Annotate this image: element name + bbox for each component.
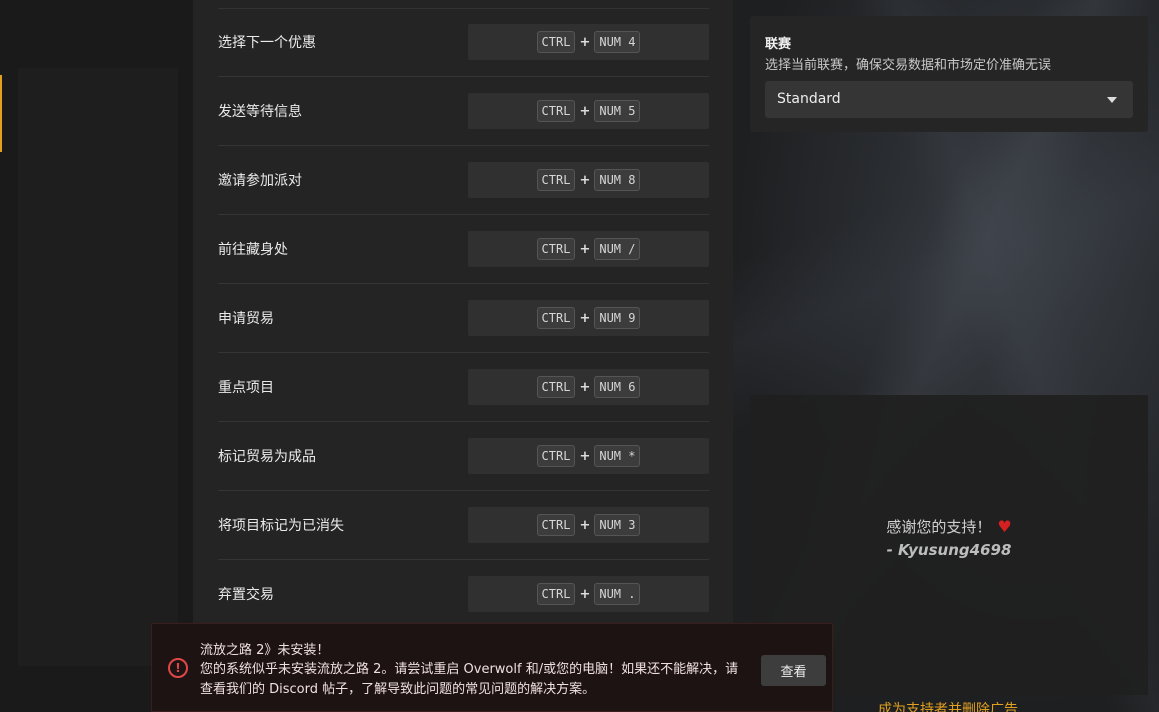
key-main: NUM 8 <box>594 169 641 191</box>
league-select[interactable]: Standard <box>765 81 1133 118</box>
key-modifier: CTRL <box>536 583 576 605</box>
plus-sign: + <box>579 310 591 326</box>
key-main: NUM 6 <box>594 376 641 398</box>
left-panel <box>18 68 178 666</box>
hotkey-label: 申请贸易 <box>218 311 274 327</box>
hotkey-row: 选择下一个优惠 CTRL + NUM 4 <box>218 8 709 77</box>
hotkey-label: 邀请参加派对 <box>218 173 302 189</box>
error-toast: ! 流放之路 2》未安装！ 您的系统似乎未安装流放之路 2。请尝试重启 Over… <box>151 623 833 712</box>
key-modifier: CTRL <box>536 307 576 329</box>
hotkey-row: 弃置交易 CTRL + NUM . <box>218 560 709 629</box>
hotkey-label: 选择下一个优惠 <box>218 35 316 51</box>
toast-message: 您的系统似乎未安装流放之路 2。请尝试重启 Overwolf 和/或您的电脑！如… <box>200 662 739 697</box>
left-sidebar <box>0 0 193 712</box>
hotkey-label: 前往藏身处 <box>218 242 288 258</box>
hotkey-input[interactable]: CTRL + NUM 6 <box>468 369 709 405</box>
hotkey-label: 重点项目 <box>218 380 274 396</box>
heart-icon: ♥ <box>997 517 1012 536</box>
key-main: NUM 9 <box>594 307 641 329</box>
league-select-value: Standard <box>777 91 841 107</box>
hotkey-input[interactable]: CTRL + NUM 3 <box>468 507 709 543</box>
chevron-down-icon <box>1107 97 1117 103</box>
hotkey-row: 将项目标记为已消失 CTRL + NUM 3 <box>218 491 709 560</box>
plus-sign: + <box>579 517 591 533</box>
hotkey-input[interactable]: CTRL + NUM / <box>468 231 709 267</box>
support-thanks: 感谢您的支持！ <box>886 518 992 536</box>
league-title: 联赛 <box>765 37 792 52</box>
league-card: 联赛 选择当前联赛，确保交易数据和市场定价准确无误 Standard <box>750 16 1148 132</box>
hotkey-row: 申请贸易 CTRL + NUM 9 <box>218 284 709 353</box>
hotkey-row: 前往藏身处 CTRL + NUM / <box>218 215 709 284</box>
hotkey-label: 标记贸易为成品 <box>218 449 316 465</box>
plus-sign: + <box>579 103 591 119</box>
key-main: NUM 3 <box>594 514 641 536</box>
view-button[interactable]: 查看 <box>761 655 826 686</box>
hotkey-input[interactable]: CTRL + NUM 4 <box>468 24 709 60</box>
hotkey-input[interactable]: CTRL + NUM 5 <box>468 93 709 129</box>
remove-ads-link[interactable]: 成为支持者并删除广告 <box>878 699 1018 712</box>
league-description: 选择当前联赛，确保交易数据和市场定价准确无误 <box>765 58 1052 73</box>
toast-title: 流放之路 2》未安装！ <box>200 643 330 658</box>
key-modifier: CTRL <box>536 100 576 122</box>
hotkey-row: 邀请参加派对 CTRL + NUM 8 <box>218 146 709 215</box>
plus-sign: + <box>579 241 591 257</box>
plus-sign: + <box>579 172 591 188</box>
plus-sign: + <box>579 586 591 602</box>
plus-sign: + <box>579 379 591 395</box>
support-author: - Kyusung4698 <box>886 541 1012 559</box>
hotkey-input[interactable]: CTRL + NUM 8 <box>468 162 709 198</box>
error-icon: ! <box>168 658 188 678</box>
key-modifier: CTRL <box>536 31 576 53</box>
hotkey-label: 弃置交易 <box>218 587 274 603</box>
key-main: NUM 5 <box>594 100 641 122</box>
plus-sign: + <box>579 34 591 50</box>
hotkey-input[interactable]: CTRL + NUM 9 <box>468 300 709 336</box>
key-modifier: CTRL <box>536 169 576 191</box>
support-message: 感谢您的支持！ ♥ <box>750 516 1148 537</box>
app-root: 选择下一个优惠 CTRL + NUM 4 发送等待信息 CTRL + NUM 5… <box>0 0 1159 712</box>
key-modifier: CTRL <box>536 238 576 260</box>
active-nav-indicator <box>0 75 2 152</box>
hotkey-row: 重点项目 CTRL + NUM 6 <box>218 353 709 422</box>
key-modifier: CTRL <box>536 445 576 467</box>
key-main: NUM * <box>594 445 641 467</box>
hotkey-label: 将项目标记为已消失 <box>218 518 344 534</box>
hotkey-input[interactable]: CTRL + NUM . <box>468 576 709 612</box>
key-main: NUM . <box>594 583 641 605</box>
key-main: NUM / <box>594 238 641 260</box>
plus-sign: + <box>579 448 591 464</box>
hotkey-label: 发送等待信息 <box>218 104 302 120</box>
hotkey-input[interactable]: CTRL + NUM * <box>468 438 709 474</box>
hotkey-row: 标记贸易为成品 CTRL + NUM * <box>218 422 709 491</box>
key-modifier: CTRL <box>536 376 576 398</box>
key-modifier: CTRL <box>536 514 576 536</box>
hotkey-row: 发送等待信息 CTRL + NUM 5 <box>218 77 709 146</box>
key-main: NUM 4 <box>594 31 641 53</box>
